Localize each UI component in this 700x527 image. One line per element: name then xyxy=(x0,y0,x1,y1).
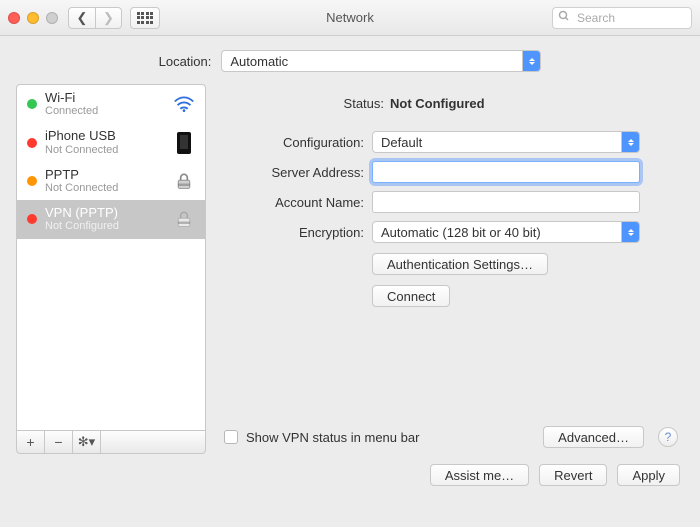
bottom-actions: Assist me… Revert Apply xyxy=(0,454,700,486)
sidebar-item-wifi[interactable]: Wi-Fi Connected xyxy=(17,85,205,123)
window-controls xyxy=(8,12,58,24)
help-icon: ? xyxy=(665,430,672,444)
server-address-row: Server Address: xyxy=(224,161,678,183)
search-icon xyxy=(558,10,570,25)
configuration-select[interactable]: Default xyxy=(372,131,640,153)
back-button[interactable]: ❮ xyxy=(69,8,95,28)
status-dot-icon xyxy=(27,214,37,224)
show-vpn-label: Show VPN status in menu bar xyxy=(246,430,419,445)
sidebar-item-name: PPTP xyxy=(45,168,163,182)
sidebar-item-text: VPN (PPTP) Not Configured xyxy=(45,206,163,232)
sidebar-item-status: Connected xyxy=(45,105,163,117)
connect-label: Connect xyxy=(387,289,435,304)
lock-icon xyxy=(171,209,197,229)
encryption-label: Encryption: xyxy=(224,225,364,240)
remove-service-button[interactable]: − xyxy=(45,431,73,453)
revert-button[interactable]: Revert xyxy=(539,464,607,486)
auth-settings-label: Authentication Settings… xyxy=(387,257,533,272)
account-name-input[interactable] xyxy=(372,191,640,213)
location-row: Location: Automatic xyxy=(0,36,700,84)
account-name-label: Account Name: xyxy=(224,195,364,210)
lock-icon xyxy=(171,171,197,191)
forward-button[interactable]: ❯ xyxy=(95,8,121,28)
status-dot-icon xyxy=(27,138,37,148)
apply-button[interactable]: Apply xyxy=(617,464,680,486)
titlebar: ❮ ❯ Network xyxy=(0,0,700,36)
encryption-value: Automatic (128 bit or 40 bit) xyxy=(381,225,541,240)
sidebar-item-status: Not Connected xyxy=(45,182,163,194)
status-dot-icon xyxy=(27,99,37,109)
services-list: Wi-Fi Connected iPhone USB Not Connected xyxy=(16,84,206,430)
gear-icon: ✻▾ xyxy=(78,434,95,450)
auth-settings-button[interactable]: Authentication Settings… xyxy=(372,253,548,275)
zoom-window-button[interactable] xyxy=(46,12,58,24)
minimize-window-button[interactable] xyxy=(27,12,39,24)
sidebar-item-name: VPN (PPTP) xyxy=(45,206,163,220)
status-label: Status: xyxy=(314,96,384,111)
configuration-label: Configuration: xyxy=(224,135,364,150)
advanced-button[interactable]: Advanced… xyxy=(543,426,644,448)
status-row: Status: Not Configured xyxy=(224,88,678,131)
apply-label: Apply xyxy=(632,468,665,483)
search-wrap xyxy=(552,7,692,29)
sidebar-item-text: PPTP Not Connected xyxy=(45,168,163,194)
assist-label: Assist me… xyxy=(445,468,514,483)
location-value: Automatic xyxy=(230,54,288,69)
assist-button[interactable]: Assist me… xyxy=(430,464,529,486)
location-label: Location: xyxy=(159,54,212,69)
grid-icon xyxy=(137,12,154,24)
stepper-icon xyxy=(522,51,540,71)
chevron-left-icon: ❮ xyxy=(77,10,88,26)
sidebar-item-vpn-pptp[interactable]: VPN (PPTP) Not Configured xyxy=(17,200,205,238)
search-input[interactable] xyxy=(552,7,692,29)
advanced-label: Advanced… xyxy=(558,430,629,445)
encryption-row: Encryption: Automatic (128 bit or 40 bit… xyxy=(224,221,678,243)
sidebar-footer: + − ✻▾ xyxy=(16,430,206,454)
main-bottom-row: Show VPN status in menu bar Advanced… ? xyxy=(224,426,678,454)
sidebar-item-status: Not Configured xyxy=(45,220,163,232)
connect-button[interactable]: Connect xyxy=(372,285,450,307)
encryption-select[interactable]: Automatic (128 bit or 40 bit) xyxy=(372,221,640,243)
status-dot-icon xyxy=(27,176,37,186)
chevron-right-icon: ❯ xyxy=(103,10,114,26)
sidebar-container: Wi-Fi Connected iPhone USB Not Connected xyxy=(16,84,206,454)
main-pane: Status: Not Configured Configuration: De… xyxy=(218,84,684,454)
add-service-button[interactable]: + xyxy=(17,431,45,453)
sidebar-item-name: iPhone USB xyxy=(45,129,163,143)
stepper-icon xyxy=(621,222,639,242)
server-address-label: Server Address: xyxy=(224,165,364,180)
content: Wi-Fi Connected iPhone USB Not Connected xyxy=(0,84,700,454)
service-actions-button[interactable]: ✻▾ xyxy=(73,431,101,453)
sidebar-item-text: Wi-Fi Connected xyxy=(45,91,163,117)
revert-label: Revert xyxy=(554,468,592,483)
show-vpn-checkbox[interactable] xyxy=(224,430,238,444)
account-name-row: Account Name: xyxy=(224,191,678,213)
location-select[interactable]: Automatic xyxy=(221,50,541,72)
phone-icon xyxy=(171,133,197,153)
configuration-row: Configuration: Default xyxy=(224,131,678,153)
help-button[interactable]: ? xyxy=(658,427,678,447)
show-all-prefs-button[interactable] xyxy=(130,7,160,29)
close-window-button[interactable] xyxy=(8,12,20,24)
sidebar-item-text: iPhone USB Not Connected xyxy=(45,129,163,155)
status-value: Not Configured xyxy=(390,96,485,111)
configuration-value: Default xyxy=(381,135,422,150)
server-address-input[interactable] xyxy=(372,161,640,183)
wifi-icon xyxy=(171,94,197,114)
nav-back-forward: ❮ ❯ xyxy=(68,7,122,29)
sidebar-item-name: Wi-Fi xyxy=(45,91,163,105)
sidebar-item-iphone-usb[interactable]: iPhone USB Not Connected xyxy=(17,123,205,161)
stepper-icon xyxy=(621,132,639,152)
sidebar-item-pptp[interactable]: PPTP Not Connected xyxy=(17,162,205,200)
sidebar-item-status: Not Connected xyxy=(45,144,163,156)
